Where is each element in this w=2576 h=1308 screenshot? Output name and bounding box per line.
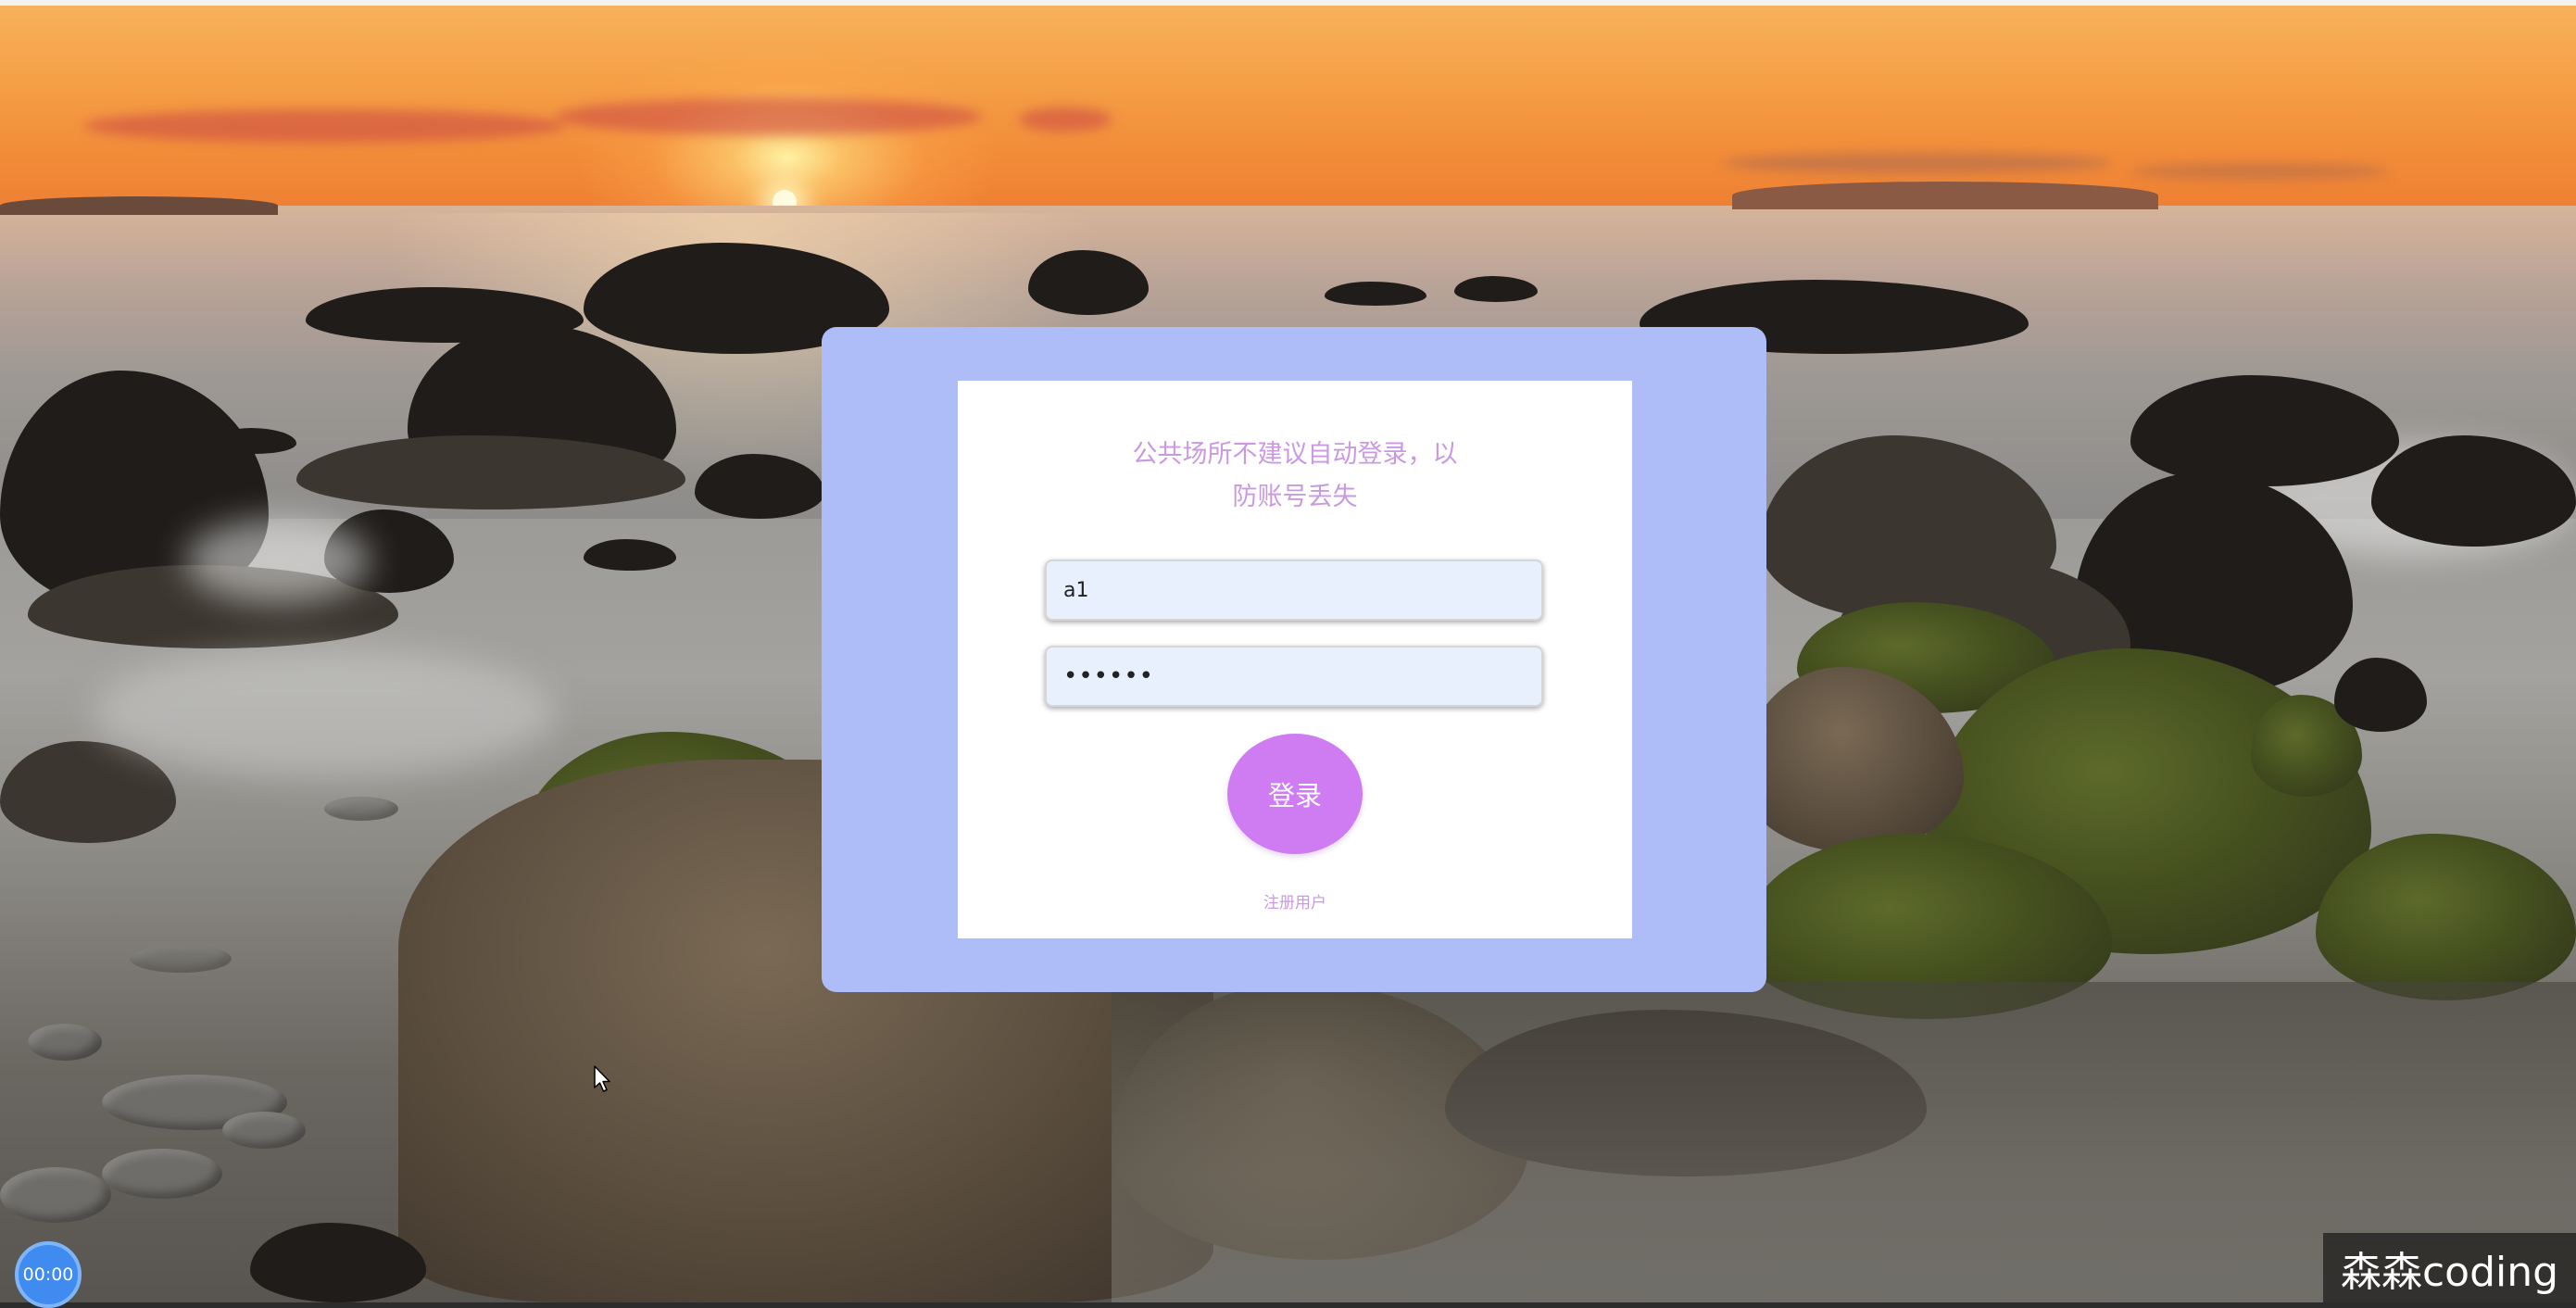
pebble — [130, 945, 232, 973]
horizon-land — [1732, 182, 2158, 209]
pebble — [102, 1149, 222, 1199]
wave-mist — [185, 519, 371, 602]
username-input[interactable] — [1045, 560, 1543, 621]
recording-timer: 00:00 — [15, 1241, 82, 1308]
watermark: 森森coding — [2323, 1233, 2576, 1302]
pebble — [324, 797, 398, 821]
register-link[interactable]: 注册用户 — [1223, 889, 1367, 912]
wave-mist — [93, 648, 556, 778]
pebble — [222, 1112, 306, 1149]
horizon-land — [0, 196, 278, 215]
mouse-pointer-icon — [594, 1065, 610, 1092]
cloud — [1723, 153, 2112, 173]
login-button[interactable]: 登录 — [1227, 734, 1363, 854]
pebble — [0, 1167, 111, 1223]
cloud — [83, 109, 565, 143]
cloud — [556, 98, 982, 135]
login-notice: 公共场所不建议自动登录，以防账号丢失 — [1132, 440, 1458, 511]
cloud — [1019, 107, 1112, 132]
password-input[interactable] — [1045, 646, 1543, 707]
pebble — [28, 1024, 102, 1061]
sunset-sky — [0, 6, 2576, 211]
cloud — [2130, 163, 2390, 180]
